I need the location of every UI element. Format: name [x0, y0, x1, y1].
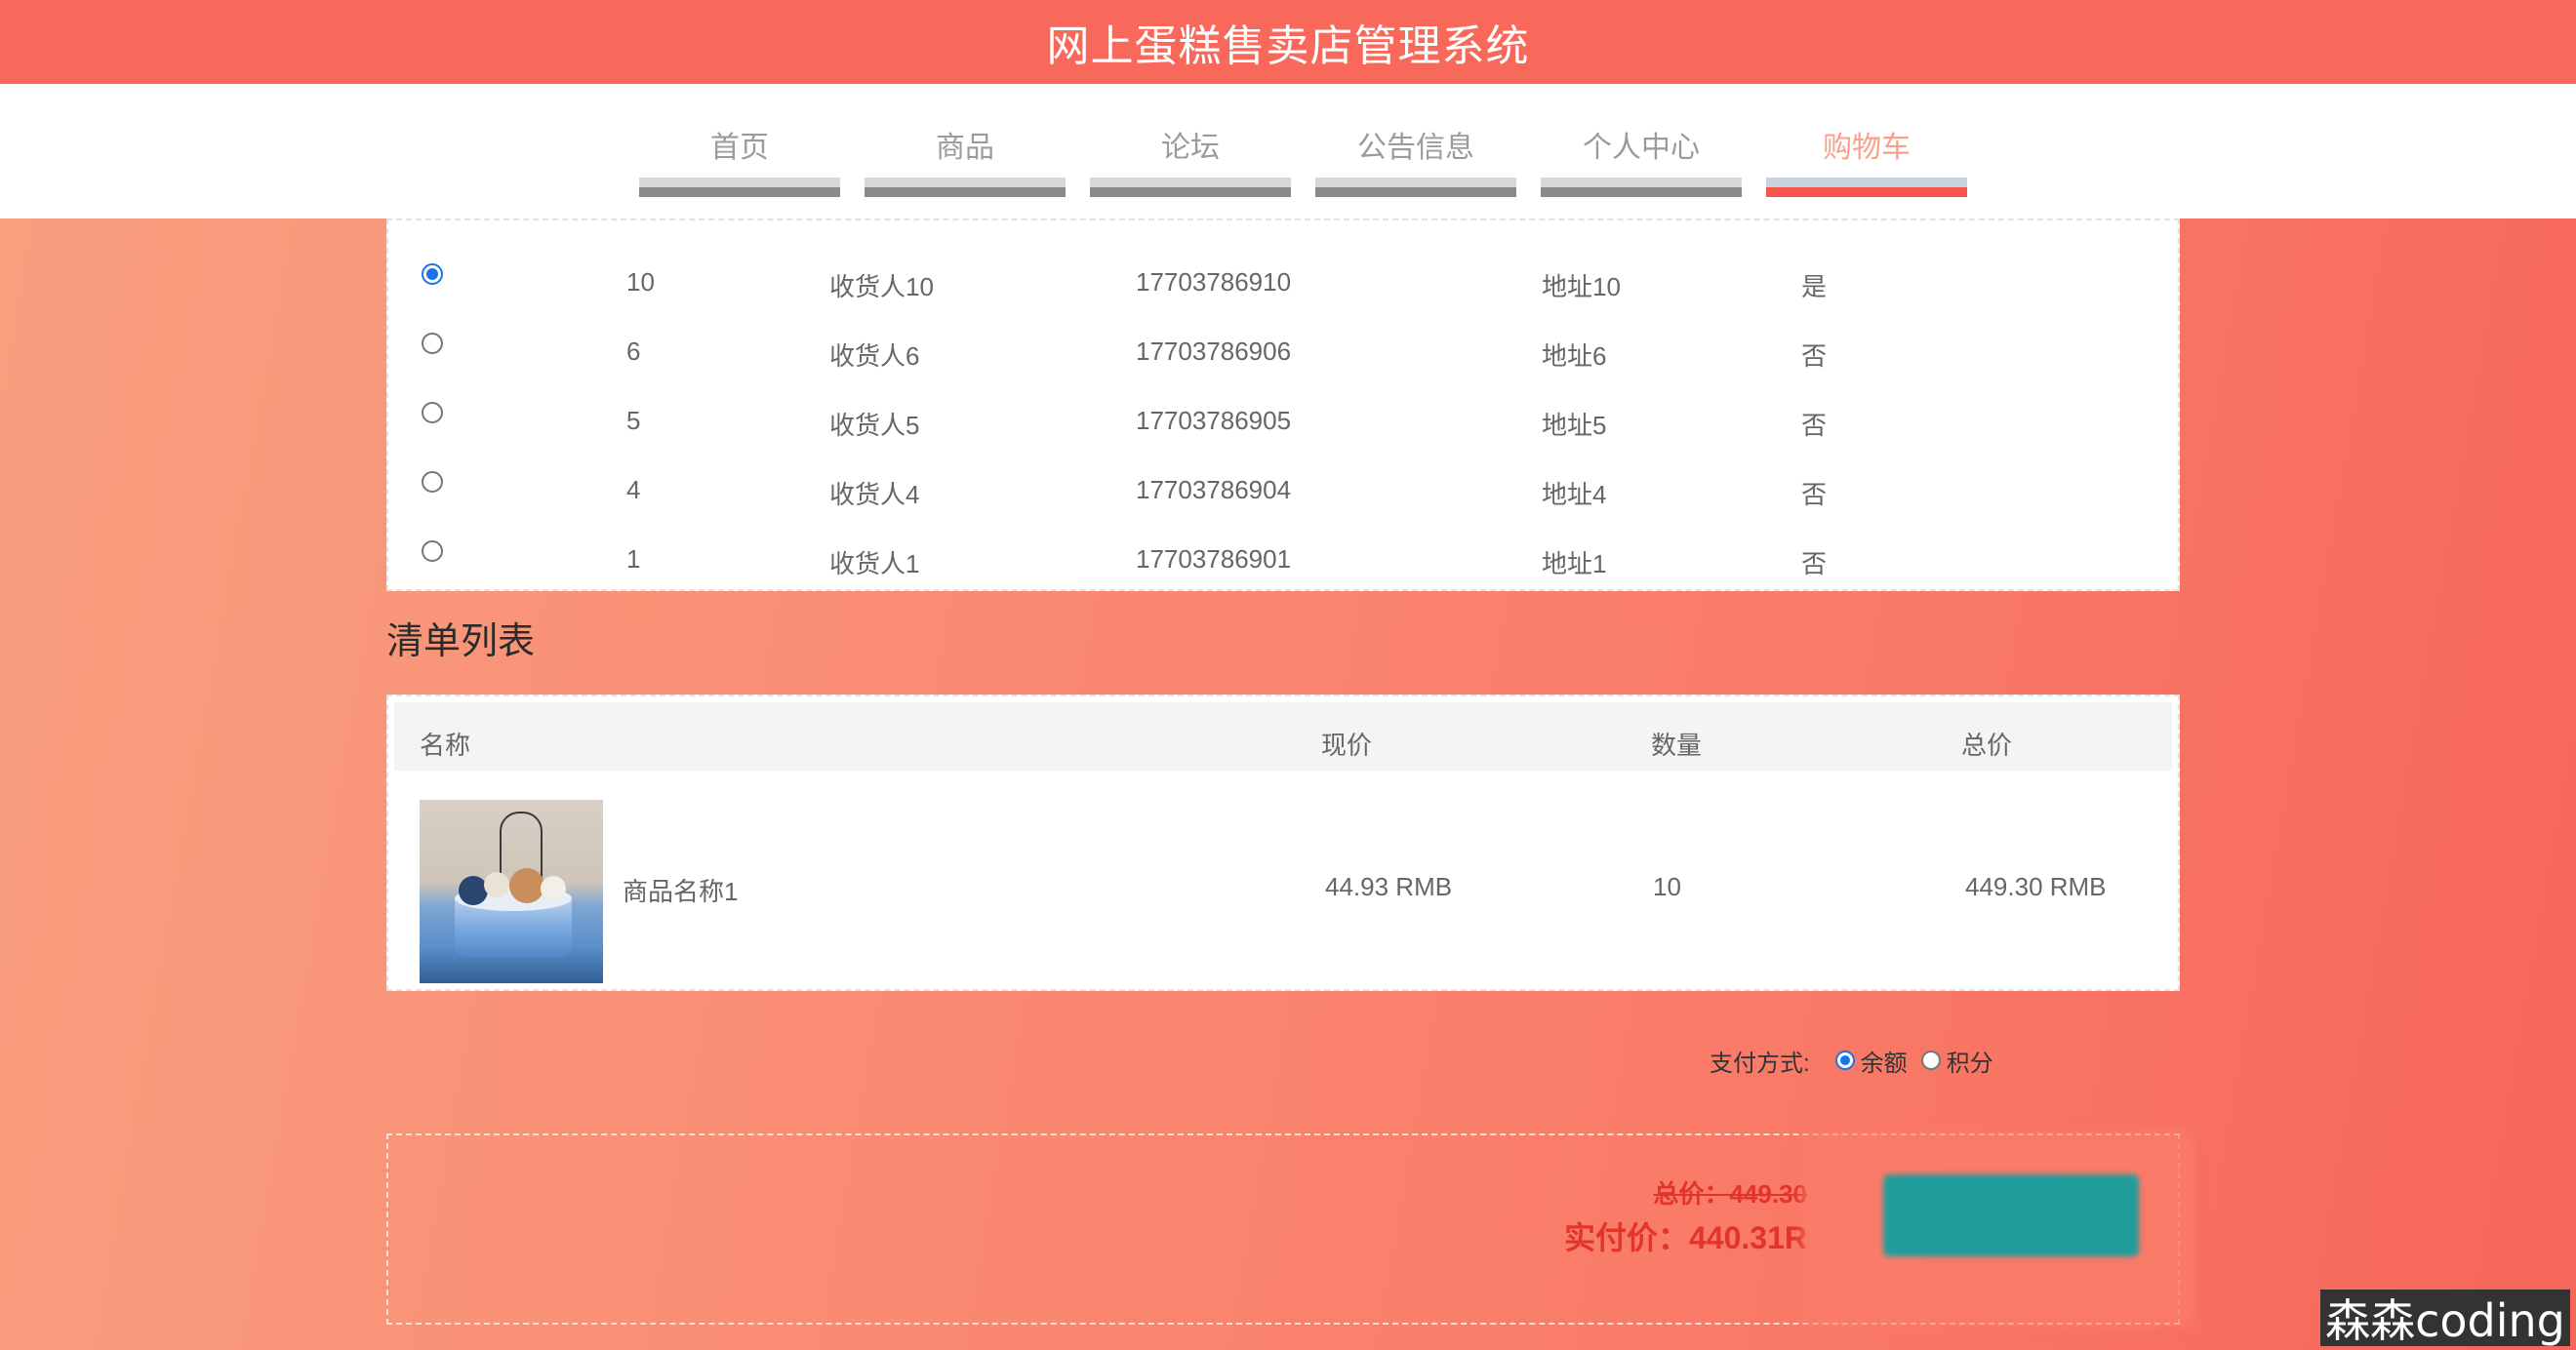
address-location: 地址1 [1542, 549, 1607, 578]
address-table: 10 收货人10 17703786910 地址10 是 6 收货人6 17703… [386, 218, 2180, 591]
address-row[interactable]: 6 收货人6 17703786906 地址6 否 [388, 315, 2178, 383]
payment-option-label: 积分 [1946, 1050, 1993, 1077]
nav-item-label: 论坛 [1161, 131, 1220, 165]
address-radio[interactable] [422, 263, 443, 285]
nav-item-label: 商品 [936, 131, 994, 165]
address-recipient: 收货人6 [829, 341, 920, 371]
payment-radio[interactable] [1834, 1051, 1855, 1070]
address-phone: 17703786910 [1136, 267, 1292, 297]
address-default: 否 [1801, 549, 1828, 578]
table-row: 商品名称1 44.93 RMB 10 449.30 RMB [388, 774, 2178, 983]
nav-item-bar [1766, 178, 1967, 197]
product-name[interactable]: 商品名称1 [623, 872, 738, 908]
nav-item-bar [639, 178, 840, 197]
address-row[interactable]: 5 收货人5 17703786905 地址5 否 [388, 384, 2178, 453]
address-phone: 17703786901 [1136, 544, 1292, 574]
nav-item-products[interactable]: 商品 [865, 84, 1066, 218]
nav-item-label: 首页 [710, 131, 769, 165]
nav-item-bar [1315, 178, 1516, 197]
address-location: 地址4 [1542, 480, 1607, 509]
main-nav: 首页 商品 论坛 公告信息 个人中心 购物车 [639, 84, 1992, 218]
order-summary: 总价：449.30 实付价：440.31R [386, 1132, 2194, 1327]
nav-item-bar [1541, 178, 1742, 197]
address-radio[interactable] [422, 333, 443, 354]
original-total: 总价：449.30 [1653, 1179, 1807, 1209]
address-recipient: 收货人5 [829, 411, 920, 440]
product-total: 449.30 RMB [1965, 872, 2107, 901]
address-recipient: 收货人1 [829, 549, 920, 578]
header-quantity: 数量 [1651, 731, 1703, 760]
nav-band: 首页 商品 论坛 公告信息 个人中心 购物车 [0, 84, 2576, 218]
flower-decoration [484, 872, 509, 897]
nav-item-label: 购物车 [1823, 131, 1911, 165]
address-location: 地址10 [1542, 272, 1621, 301]
app-title: 网上蛋糕售卖店管理系统 [1046, 21, 1530, 71]
header-bar: 网上蛋糕售卖店管理系统 [0, 0, 2576, 84]
nav-item-label: 个人中心 [1583, 131, 1700, 165]
header-price: 现价 [1321, 731, 1373, 760]
nav-item-label: 公告信息 [1357, 131, 1474, 165]
address-id: 10 [626, 267, 655, 297]
payment-option-points[interactable]: 积分 [1920, 1044, 1993, 1078]
address-radio[interactable] [422, 471, 443, 493]
payment-label: 支付方式: [1710, 1050, 1810, 1077]
address-recipient: 收货人4 [829, 480, 920, 509]
nav-item-bar [1090, 178, 1291, 197]
nav-item-forum[interactable]: 论坛 [1090, 84, 1291, 218]
payment-option-balance[interactable]: 余额 [1834, 1044, 1908, 1078]
flower-decoration [541, 876, 566, 901]
address-id: 6 [626, 337, 641, 366]
address-recipient: 收货人10 [829, 272, 934, 301]
address-id: 4 [626, 475, 641, 504]
payment-radio[interactable] [1920, 1051, 1941, 1070]
address-location: 地址5 [1542, 411, 1607, 440]
actual-total: 实付价：440.31R [1564, 1220, 1807, 1255]
address-row[interactable]: 4 收货人4 17703786904 地址4 否 [388, 454, 2178, 522]
address-default: 否 [1801, 480, 1828, 509]
header-total: 总价 [1961, 731, 2013, 760]
product-quantity: 10 [1653, 872, 1681, 901]
address-phone: 17703786905 [1136, 406, 1292, 435]
product-price: 44.93 RMB [1325, 872, 1453, 901]
table-header: 名称 现价 数量 总价 [394, 702, 2172, 771]
order-list-table: 名称 现价 数量 总价 商品名称1 44.93 RMB 10 449.30 RM… [386, 695, 2180, 991]
address-radio[interactable] [422, 402, 443, 423]
gold-ball-decoration [509, 868, 544, 903]
address-default: 否 [1801, 411, 1828, 440]
payment-option-label: 余额 [1860, 1050, 1908, 1077]
order-list-title: 清单列表 [386, 619, 536, 662]
payment-method: 支付方式: 余额 积分 [1710, 1044, 2007, 1077]
address-default: 否 [1801, 341, 1828, 371]
address-default: 是 [1801, 272, 1828, 301]
address-radio[interactable] [422, 540, 443, 562]
header-name: 名称 [420, 731, 471, 760]
address-id: 5 [626, 406, 641, 435]
address-row[interactable]: 10 收货人10 17703786910 地址10 是 [388, 246, 2178, 314]
address-location: 地址6 [1542, 341, 1607, 371]
nav-item-announcements[interactable]: 公告信息 [1315, 84, 1516, 218]
address-phone: 17703786906 [1136, 337, 1292, 366]
nav-item-home[interactable]: 首页 [639, 84, 840, 218]
cake-image [420, 800, 603, 983]
address-phone: 17703786904 [1136, 475, 1292, 504]
address-id: 1 [626, 544, 641, 574]
watermark: 森森coding [2320, 1290, 2570, 1347]
nav-item-cart[interactable]: 购物车 [1766, 84, 1967, 218]
nav-item-profile[interactable]: 个人中心 [1541, 84, 1742, 218]
checkout-button[interactable] [1883, 1174, 2139, 1256]
nav-item-bar [865, 178, 1066, 197]
address-row[interactable]: 1 收货人1 17703786901 地址1 否 [388, 523, 2178, 591]
